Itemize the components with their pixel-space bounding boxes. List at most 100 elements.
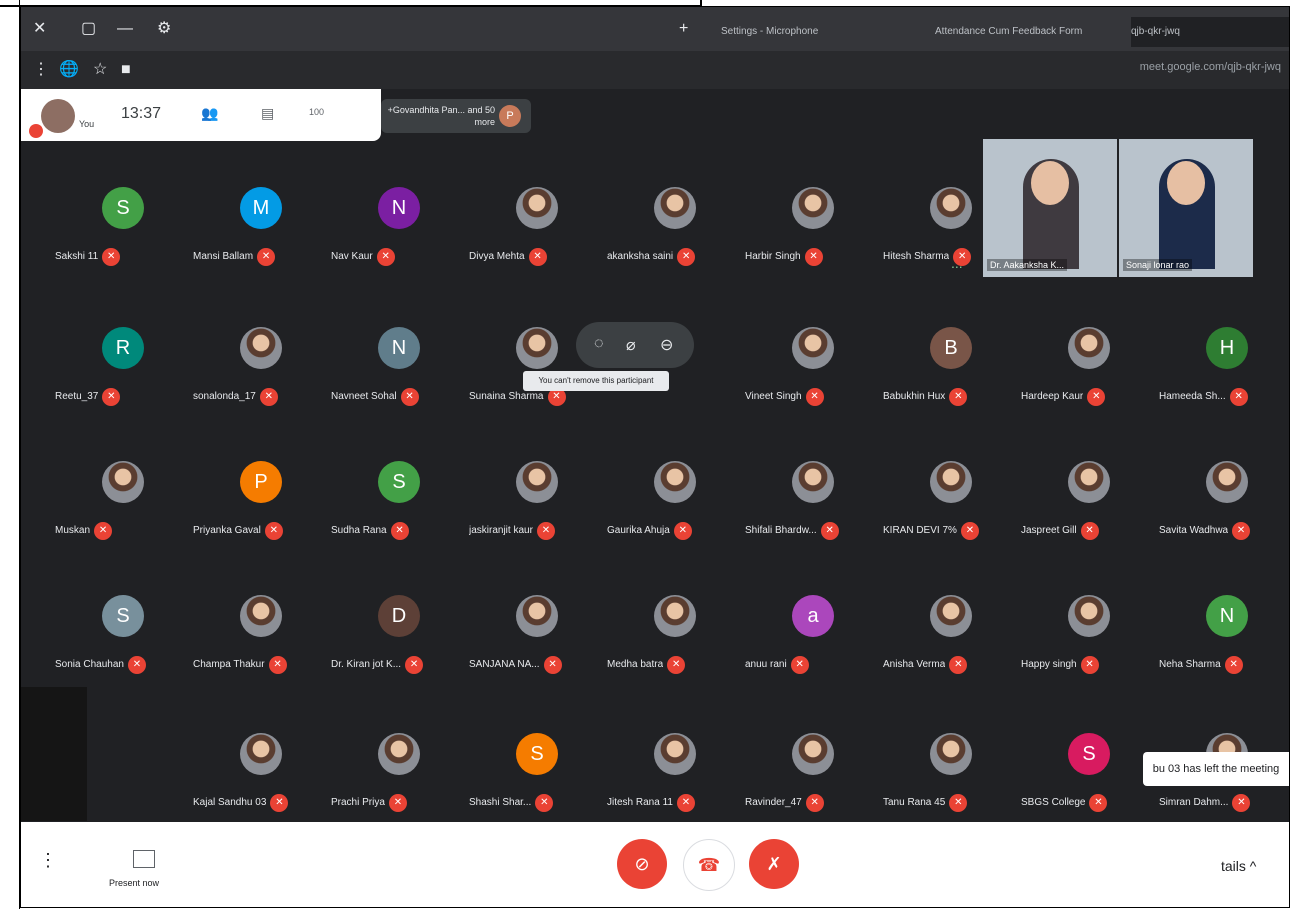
participant-tile[interactable]: SANJANA NA... ✕ xyxy=(469,587,607,683)
participant-tile[interactable]: Medha batra ✕ xyxy=(607,587,745,683)
participant-name-row: Sonia Chauhan ✕ xyxy=(55,655,185,675)
participant-name: Shashi Shar... xyxy=(469,797,532,808)
mic-muted-icon: ✕ xyxy=(400,388,419,406)
participant-tile[interactable]: S SBGS College ✕ xyxy=(1021,725,1159,821)
participant-name: Divya Mehta xyxy=(469,251,525,262)
participant-tile[interactable]: KIRAN DEVI 7% ✕ xyxy=(883,453,1021,549)
address-bar[interactable]: ⋮ 🌐 ☆ ■ meet.google.com/qjb-qkr-jwq xyxy=(21,51,1289,89)
participant-tile[interactable]: S Sudha Rana ✕ xyxy=(331,453,469,549)
details-button[interactable]: tails ^ xyxy=(1221,858,1256,874)
participant-tile[interactable]: Divya Mehta ✕ xyxy=(469,179,607,275)
video-tile-sonaji[interactable]: Sonaji lonar rao xyxy=(1119,139,1253,277)
participant-tile[interactable]: R Reetu_37 ✕ xyxy=(55,319,193,415)
hangup-button[interactable]: ☎ xyxy=(683,839,735,891)
camera-off-button[interactable]: ⊘ xyxy=(617,839,667,889)
participant-name-row: Sudha Rana ✕ xyxy=(331,521,461,541)
bookmark-icon[interactable]: ☆ xyxy=(93,60,107,80)
meet-window: ✕ ▢ — ⚙ + Settings - Microphone Attendan… xyxy=(20,6,1290,908)
settings-icon[interactable]: ⚙ xyxy=(157,19,171,39)
participant-count[interactable]: 100 xyxy=(309,107,324,117)
participant-avatar: a xyxy=(792,595,834,637)
participant-avatar xyxy=(930,595,972,637)
chat-icon[interactable]: ▤ xyxy=(261,105,274,122)
menu-icon[interactable]: ⋮ xyxy=(33,60,49,80)
tab-meet[interactable]: qjb-qkr-jwq xyxy=(1131,17,1289,47)
participant-tile[interactable]: Harbir Singh ✕ xyxy=(745,179,883,275)
participant-tile[interactable]: Hitesh Sharma ✕ xyxy=(883,179,1021,275)
participant-name-row: Kajal Sandhu 03 ✕ xyxy=(193,793,323,813)
participant-tile[interactable]: sonalonda_17 ✕ xyxy=(193,319,331,415)
participant-tile[interactable]: Gaurika Ahuja ✕ xyxy=(607,453,745,549)
profile-icon[interactable]: 🌐 xyxy=(59,60,79,80)
participant-tile[interactable]: Muskan ✕ xyxy=(55,453,193,549)
participant-tile[interactable]: Ravinder_47 ✕ xyxy=(745,725,883,821)
participant-tile[interactable]: Jaspreet Gill ✕ xyxy=(1021,453,1159,549)
participant-tile[interactable]: akanksha saini ✕ xyxy=(607,179,745,275)
participant-avatar: S xyxy=(1068,733,1110,775)
participant-tile[interactable]: H Hameeda Sh... ✕ xyxy=(1159,319,1289,415)
pin-icon[interactable]: ◌ xyxy=(594,335,604,353)
participant-name-row: Ravinder_47 ✕ xyxy=(745,793,875,813)
participant-tile[interactable]: B Babukhin Hux ✕ xyxy=(883,319,1021,415)
bottom-control-bar: ⋮ Present now ⊘ ☎ ✗ tails ^ xyxy=(21,822,1289,907)
participant-tile[interactable]: D Dr. Kiran jot K... ✕ xyxy=(331,587,469,683)
participant-name: Shifali Bhardw... xyxy=(745,525,817,536)
participant-tile[interactable]: N Navneet Sohal ✕ xyxy=(331,319,469,415)
participant-avatar: B xyxy=(930,327,972,369)
presenter-pill[interactable]: +Govandhita Pan... and 50 more P xyxy=(381,99,531,133)
participant-tile[interactable]: M Mansi Ballam ✕ xyxy=(193,179,331,275)
mic-off-button[interactable]: ✗ xyxy=(749,839,799,889)
participant-tile[interactable]: N Nav Kaur ✕ xyxy=(331,179,469,275)
participant-name-row: Harbir Singh ✕ xyxy=(745,247,875,267)
participant-tile[interactable]: Vineet Singh ✕ xyxy=(745,319,883,415)
participant-tile[interactable]: a anuu rani ✕ xyxy=(745,587,883,683)
participant-avatar xyxy=(654,461,696,503)
mic-muted-icon: ✕ xyxy=(1080,656,1099,674)
mic-muted-icon: ✕ xyxy=(667,656,686,674)
mic-icon[interactable]: ⌀ xyxy=(626,335,636,355)
minimize-button[interactable]: — xyxy=(117,19,133,39)
close-window-button[interactable]: ✕ xyxy=(33,19,46,39)
participant-tile[interactable]: S Shashi Shar... ✕ xyxy=(469,725,607,821)
participant-name: Happy singh xyxy=(1021,659,1077,670)
presenter-text: +Govandhita Pan... and 50 more xyxy=(387,105,495,127)
participant-tile[interactable]: N Neha Sharma ✕ xyxy=(1159,587,1289,683)
present-now-label[interactable]: Present now xyxy=(109,878,159,888)
tab-settings-microphone[interactable]: Settings - Microphone xyxy=(721,17,929,47)
user-avatar[interactable] xyxy=(41,99,75,133)
participant-name: Hardeep Kaur xyxy=(1021,391,1084,402)
participant-name: SANJANA NA... xyxy=(469,659,540,670)
participant-tile[interactable]: jaskiranjit kaur ✕ xyxy=(469,453,607,549)
participant-name-row: Muskan ✕ xyxy=(55,521,185,541)
participant-tile[interactable]: P Priyanka Gaval ✕ xyxy=(193,453,331,549)
participant-hover-controls[interactable]: ◌ ⌀ ⊖ xyxy=(576,322,694,368)
present-icon[interactable] xyxy=(133,850,155,868)
more-options-button[interactable]: ⋮ xyxy=(39,850,57,871)
participant-avatar: N xyxy=(1206,595,1248,637)
participant-name-row: Navneet Sohal ✕ xyxy=(331,387,461,407)
participant-tile[interactable]: Kajal Sandhu 03 ✕ xyxy=(193,725,331,821)
participant-name-row: Champa Thakur ✕ xyxy=(193,655,323,675)
mic-muted-icon: ✕ xyxy=(257,248,276,266)
mic-muted-icon: ✕ xyxy=(1089,794,1108,812)
extension-icon[interactable]: ■ xyxy=(121,60,131,80)
tab-attendance-form[interactable]: Attendance Cum Feedback Form xyxy=(935,17,1125,47)
maximize-button[interactable]: ▢ xyxy=(81,19,96,39)
participant-tile[interactable]: S Sonia Chauhan ✕ xyxy=(55,587,193,683)
participant-tile[interactable]: Tanu Rana 45 ✕ xyxy=(883,725,1021,821)
participant-tile[interactable]: Anisha Verma ✕ xyxy=(883,587,1021,683)
participant-avatar xyxy=(792,733,834,775)
participant-tile[interactable]: Champa Thakur ✕ xyxy=(193,587,331,683)
participant-tile[interactable]: Happy singh ✕ xyxy=(1021,587,1159,683)
remove-icon[interactable]: ⊖ xyxy=(660,335,673,355)
participant-avatar: D xyxy=(378,595,420,637)
people-icon[interactable]: 👥 xyxy=(201,105,218,122)
participant-tile[interactable]: Jitesh Rana 11 ✕ xyxy=(607,725,745,821)
participant-tile[interactable]: Savita Wadhwa ✕ xyxy=(1159,453,1289,549)
participant-tile[interactable]: Prachi Priya ✕ xyxy=(331,725,469,821)
participant-tile[interactable]: Shifali Bhardw... ✕ xyxy=(745,453,883,549)
participant-tile[interactable]: Hardeep Kaur ✕ xyxy=(1021,319,1159,415)
mic-muted-icon: ✕ xyxy=(960,522,979,540)
participant-tile[interactable]: S Sakshi 11 ✕ xyxy=(55,179,193,275)
new-tab-button[interactable]: + xyxy=(679,19,688,39)
